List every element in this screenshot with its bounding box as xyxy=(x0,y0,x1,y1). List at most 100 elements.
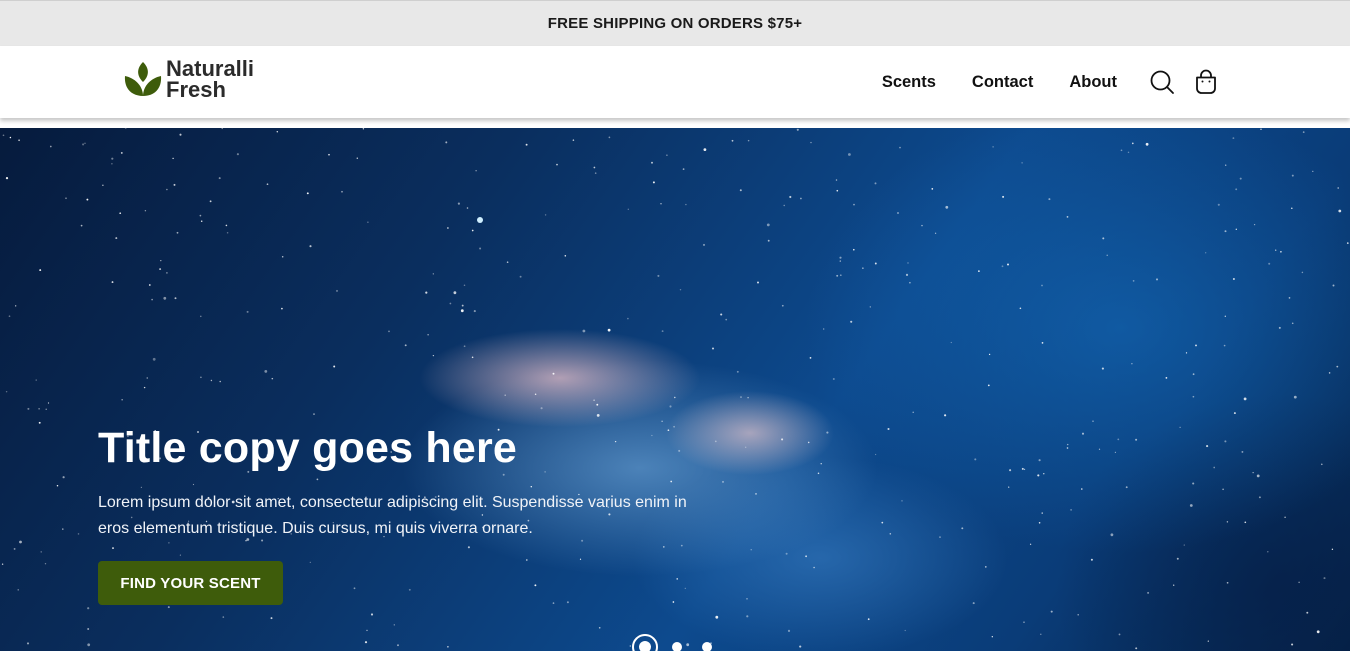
star xyxy=(102,184,104,186)
star xyxy=(813,566,815,569)
star xyxy=(552,602,555,604)
star xyxy=(807,441,810,444)
star xyxy=(736,370,739,373)
star xyxy=(836,274,839,277)
star xyxy=(809,357,812,359)
star xyxy=(404,344,407,347)
star xyxy=(848,153,851,156)
star xyxy=(1302,131,1305,133)
star xyxy=(1205,252,1207,254)
star xyxy=(652,181,655,184)
star xyxy=(839,274,842,277)
star xyxy=(236,153,239,156)
star xyxy=(669,405,672,408)
star xyxy=(835,179,838,181)
star xyxy=(682,168,685,170)
star xyxy=(1338,209,1342,213)
star xyxy=(715,615,719,619)
star xyxy=(447,227,449,229)
star xyxy=(47,402,50,404)
nav-link-scents[interactable]: Scents xyxy=(882,73,936,92)
star xyxy=(200,376,202,379)
star xyxy=(826,431,829,434)
star xyxy=(1331,548,1334,550)
search-button[interactable] xyxy=(1149,69,1175,95)
star xyxy=(449,302,452,305)
star xyxy=(425,291,428,294)
star xyxy=(179,133,182,136)
star xyxy=(746,615,749,618)
logo[interactable]: Naturalli Fresh xyxy=(123,56,255,101)
star xyxy=(335,289,339,292)
star xyxy=(506,261,509,263)
carousel-dot-1[interactable] xyxy=(632,634,658,651)
star xyxy=(38,408,40,410)
logo-line-1: Naturalli xyxy=(166,56,255,81)
star xyxy=(200,220,203,222)
star xyxy=(767,239,770,242)
star xyxy=(684,587,686,590)
star xyxy=(281,255,284,258)
star xyxy=(1185,352,1188,354)
star xyxy=(502,473,505,476)
star xyxy=(905,273,909,276)
star xyxy=(445,141,448,144)
star xyxy=(1337,187,1340,189)
star xyxy=(662,546,665,548)
star xyxy=(799,645,802,648)
star xyxy=(5,177,9,180)
star xyxy=(1,563,4,565)
nav-link-about[interactable]: About xyxy=(1069,73,1117,92)
star xyxy=(534,393,537,395)
star xyxy=(731,139,734,142)
star xyxy=(1023,621,1025,623)
star xyxy=(1192,373,1195,376)
star xyxy=(582,329,586,333)
star xyxy=(199,214,202,217)
star xyxy=(1183,544,1185,546)
star xyxy=(1291,174,1294,177)
star xyxy=(1040,633,1042,636)
star xyxy=(1291,207,1293,210)
star xyxy=(525,559,528,561)
star xyxy=(789,195,792,199)
star xyxy=(899,146,901,149)
carousel-dot-3[interactable] xyxy=(702,642,712,651)
star xyxy=(15,305,17,307)
star xyxy=(151,298,153,301)
star xyxy=(166,272,168,274)
search-icon xyxy=(1150,70,1174,94)
cart-button[interactable] xyxy=(1193,69,1219,95)
star xyxy=(909,281,911,284)
star xyxy=(674,396,676,399)
star xyxy=(167,606,170,609)
star xyxy=(593,166,596,169)
star xyxy=(309,561,311,564)
star xyxy=(862,267,864,269)
star xyxy=(519,275,522,278)
find-your-scent-button[interactable]: FIND YOUR SCENT xyxy=(98,561,283,605)
carousel-dot-2[interactable] xyxy=(672,642,682,651)
star xyxy=(1291,322,1294,325)
star xyxy=(119,212,122,215)
star xyxy=(1131,142,1134,145)
star xyxy=(1256,474,1260,478)
star xyxy=(1253,223,1256,226)
star xyxy=(1081,432,1085,435)
star xyxy=(388,330,390,333)
star xyxy=(1267,551,1269,553)
star xyxy=(1173,584,1175,586)
nav-link-contact[interactable]: Contact xyxy=(972,73,1033,92)
star xyxy=(1176,557,1179,560)
site-header: Naturalli Fresh Scents Contact About xyxy=(0,46,1350,118)
star xyxy=(466,207,469,209)
star xyxy=(471,356,474,359)
star xyxy=(525,143,528,146)
star xyxy=(463,345,466,348)
star xyxy=(657,274,660,277)
star xyxy=(1081,488,1083,490)
star xyxy=(1233,412,1236,415)
star xyxy=(1118,633,1121,636)
star xyxy=(1066,216,1069,218)
star xyxy=(246,310,249,313)
